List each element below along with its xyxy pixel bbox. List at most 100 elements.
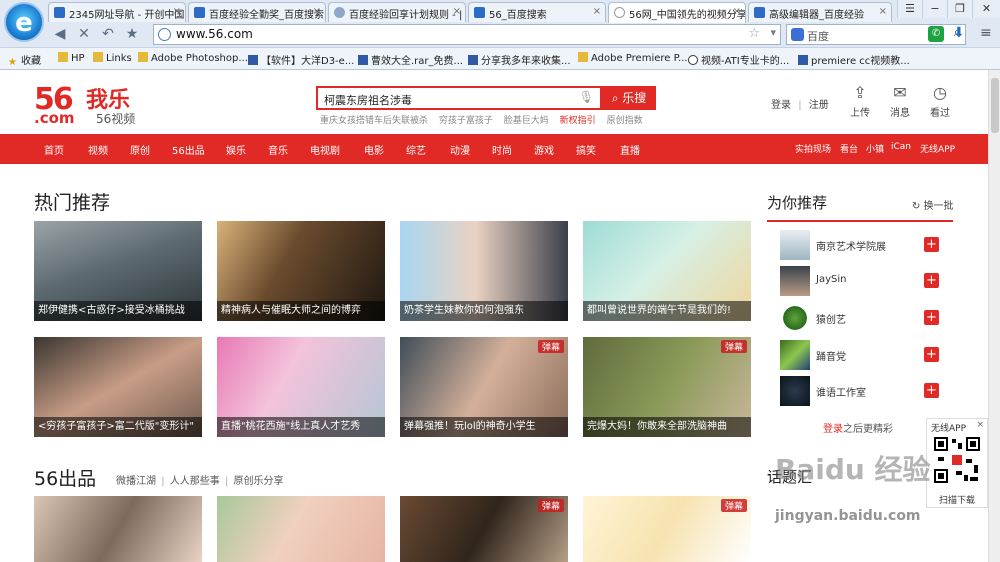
phone-icon[interactable]: ✆ bbox=[928, 26, 944, 42]
nav-item[interactable]: 电影 bbox=[364, 142, 384, 157]
video-card[interactable]: 弹幕 bbox=[583, 496, 751, 562]
bookmark-item[interactable]: 视频-ATI专业卡的... bbox=[688, 52, 789, 67]
sub-link[interactable]: 原创乐分享 bbox=[234, 476, 284, 487]
sub-link[interactable]: 微播江湖 bbox=[116, 476, 156, 487]
video-card[interactable]: 都叫曾说世界的端午节是我们的! bbox=[583, 221, 751, 321]
vertical-scrollbar[interactable] bbox=[988, 70, 1000, 562]
nav-item[interactable]: 综艺 bbox=[406, 142, 426, 157]
undo-icon[interactable]: ↶ bbox=[98, 25, 118, 43]
tab-2345[interactable]: 2345网址导航 - 开创中国 × bbox=[48, 2, 186, 22]
menu-icon[interactable]: ☰ bbox=[897, 0, 922, 18]
close-tab-icon[interactable]: × bbox=[173, 6, 181, 17]
video-card[interactable]: 精神病人与催眠大师之间的博弈 bbox=[217, 221, 385, 321]
close-tab-icon[interactable]: × bbox=[593, 6, 601, 17]
bookmark-star-icon[interactable]: ☆ bbox=[748, 26, 760, 41]
download-icon[interactable]: ⬇ bbox=[953, 25, 965, 41]
browser-logo-button[interactable]: e bbox=[4, 2, 44, 42]
nav-item[interactable]: 56出品 bbox=[172, 142, 205, 157]
nav-item-right[interactable]: 无线APP bbox=[920, 142, 955, 155]
follow-plus-icon[interactable]: + bbox=[924, 310, 939, 325]
video-card[interactable]: 直播"桃花西施"线上真人才艺秀 bbox=[217, 337, 385, 437]
video-card[interactable]: 奶茶学生妹教你如何泡强东 bbox=[400, 221, 568, 321]
video-card[interactable] bbox=[34, 496, 202, 562]
hot-word-link[interactable]: 重庆女孩搭错车后失联被杀 bbox=[320, 116, 428, 126]
nav-item[interactable]: 首页 bbox=[44, 142, 64, 157]
tab-baidu-search-1[interactable]: 百度经验全勤奖_百度搜索 × bbox=[188, 2, 326, 22]
nav-item[interactable]: 音乐 bbox=[268, 142, 288, 157]
bookmark-item[interactable]: ★ 收藏 bbox=[8, 52, 41, 68]
search-input[interactable]: 柯震东房祖名涉毒 🎙 bbox=[316, 86, 602, 110]
nav-item[interactable]: 视频 bbox=[88, 142, 108, 157]
nav-item-right[interactable]: 看台 bbox=[840, 142, 858, 155]
video-caption[interactable]: 奶茶学生妹教你如何泡强东 bbox=[400, 301, 568, 321]
recommend-item[interactable]: 猿创艺 + bbox=[780, 303, 950, 333]
back-icon[interactable]: ◀ bbox=[50, 25, 70, 43]
nav-item[interactable]: 娱乐 bbox=[226, 142, 246, 157]
login-link[interactable]: 登录 bbox=[823, 424, 843, 435]
scrollbar-thumb[interactable] bbox=[991, 78, 999, 133]
register-link[interactable]: 注册 bbox=[809, 100, 829, 111]
video-caption[interactable]: 直播"桃花西施"线上真人才艺秀 bbox=[217, 417, 385, 437]
recommend-item[interactable]: JaySin + bbox=[780, 266, 950, 296]
refresh-button[interactable]: ↻ 换一批 bbox=[912, 197, 954, 212]
url-text[interactable]: www.56.com bbox=[176, 27, 253, 41]
bookmark-item[interactable]: HP bbox=[58, 52, 85, 64]
nav-item-right[interactable]: 实拍现场 bbox=[795, 142, 831, 155]
bookmark-item[interactable]: 曹效大全.rar_免费... bbox=[358, 52, 463, 67]
close-tab-icon[interactable]: × bbox=[879, 6, 887, 17]
follow-plus-icon[interactable]: + bbox=[924, 383, 939, 398]
video-card[interactable]: 弹幕 完爆大妈！你敢来全部洗脑神曲 bbox=[583, 337, 751, 437]
settings-menu-icon[interactable]: ≡ bbox=[980, 25, 992, 41]
nav-item-right[interactable]: iCan bbox=[891, 142, 911, 152]
login-link[interactable]: 登录 bbox=[771, 100, 791, 111]
nav-item[interactable]: 动漫 bbox=[450, 142, 470, 157]
tab-56-search[interactable]: 56_百度搜索 × bbox=[468, 2, 606, 22]
video-caption[interactable]: <穷孩子富孩子>富二代版"变形计" bbox=[34, 417, 202, 437]
bookmark-item[interactable]: Adobe Premiere P... bbox=[578, 52, 688, 64]
recommend-item[interactable]: 踊音党 + bbox=[780, 340, 950, 370]
tab-56-active[interactable]: 56网_中国领先的视频分享 × bbox=[608, 2, 746, 23]
bookmark-item[interactable]: Links bbox=[93, 52, 132, 64]
message-button[interactable]: ✉ 消息 bbox=[884, 84, 916, 120]
upload-button[interactable]: ⇪ 上传 bbox=[844, 84, 876, 120]
follow-plus-icon[interactable]: + bbox=[924, 237, 939, 252]
nav-item[interactable]: 游戏 bbox=[534, 142, 554, 157]
nav-item[interactable]: 直播 bbox=[620, 142, 640, 157]
hot-word-link[interactable]: 穷孩子富孩子 bbox=[439, 116, 493, 126]
nav-item-right[interactable]: 小镇 bbox=[866, 142, 884, 155]
close-icon[interactable]: × bbox=[976, 420, 984, 430]
address-bar[interactable]: www.56.com ☆ ▾ bbox=[153, 24, 781, 45]
video-card[interactable] bbox=[217, 496, 385, 562]
recommend-item[interactable]: 谁语工作室 + bbox=[780, 376, 950, 406]
bookmark-item[interactable]: premiere cc视频教... bbox=[798, 52, 910, 67]
close-tab-icon[interactable]: × bbox=[453, 6, 461, 17]
video-caption[interactable]: 精神病人与催眠大师之间的博弈 bbox=[217, 301, 385, 321]
microphone-icon[interactable]: 🎙 bbox=[579, 90, 594, 104]
hot-word-link[interactable]: 脸基巨大妈 bbox=[504, 116, 549, 126]
follow-plus-icon[interactable]: + bbox=[924, 347, 939, 362]
bookmark-item[interactable]: Adobe Photoshop... bbox=[138, 52, 248, 64]
nav-item[interactable]: 原创 bbox=[130, 142, 150, 157]
nav-item[interactable]: 电视剧 bbox=[310, 142, 340, 157]
close-window-icon[interactable]: ✕ bbox=[972, 0, 1000, 18]
minimize-icon[interactable]: − bbox=[922, 0, 947, 18]
video-caption[interactable]: 郑伊健携<古惑仔>接受冰桶挑战 bbox=[34, 301, 202, 321]
hot-word-link[interactable]: 新权指引 bbox=[560, 116, 596, 126]
video-caption[interactable]: 完爆大妈！你敢来全部洗脑神曲 bbox=[583, 417, 751, 437]
favorite-star-icon[interactable]: ★ bbox=[122, 25, 142, 43]
search-button[interactable]: ⌕ 乐搜 bbox=[602, 86, 656, 110]
nav-item[interactable]: 搞笑 bbox=[576, 142, 596, 157]
tab-editor[interactable]: 高级编辑器_百度经验 × bbox=[748, 2, 892, 22]
close-tab-icon[interactable]: × bbox=[733, 6, 741, 17]
follow-plus-icon[interactable]: + bbox=[924, 273, 939, 288]
site-logo[interactable]: 56 我乐 .com 56视频 bbox=[34, 80, 174, 127]
video-card[interactable]: <穷孩子富孩子>富二代版"变形计" bbox=[34, 337, 202, 437]
history-button[interactable]: ◷ 看过 bbox=[924, 84, 956, 120]
bookmark-item[interactable]: 分享我多年来收集... bbox=[468, 52, 571, 67]
video-card[interactable]: 弹幕 弹幕强推！玩lol的神奇小学生 bbox=[400, 337, 568, 437]
video-caption[interactable]: 弹幕强推！玩lol的神奇小学生 bbox=[400, 417, 568, 437]
sub-link[interactable]: 人人那些事 bbox=[170, 476, 220, 487]
video-card[interactable]: 郑伊健携<古惑仔>接受冰桶挑战 bbox=[34, 221, 202, 321]
bookmark-item[interactable]: 【软件】大洋D3-e... bbox=[248, 52, 354, 67]
hot-word-link[interactable]: 原创指数 bbox=[607, 116, 643, 126]
